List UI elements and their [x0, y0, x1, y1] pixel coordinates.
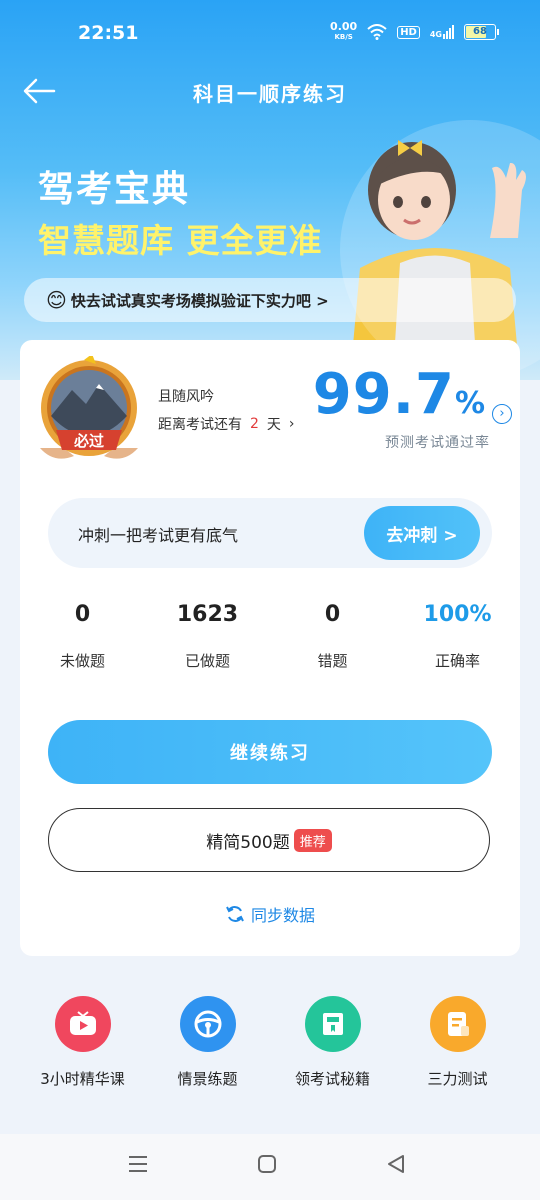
tv-icon — [54, 996, 111, 1052]
network-speed: 0.00 KB/S — [330, 20, 358, 41]
days-remaining: 2 — [250, 416, 259, 432]
practice-card: 必过 且随风吟 距离考试还有 2 天 › 99.7% › 预测考试通过率 冲刺一… — [20, 340, 520, 956]
tool-three-ability-test[interactable]: 三力测试 — [395, 996, 520, 1089]
status-bar: 22:51 0.00 KB/S HD 4G 68 — [0, 0, 540, 64]
hd-badge: HD — [397, 25, 420, 39]
pass-rate-label: 预测考试通过率 — [385, 435, 490, 451]
sprint-button[interactable]: 去冲刺 > — [364, 506, 480, 560]
banner-slogan-primary: 驾考宝典 — [38, 169, 191, 210]
sprint-panel: 冲刺一把考试更有底气 去冲刺 > — [48, 498, 492, 568]
sprint-text: 冲刺一把考试更有底气 — [78, 526, 239, 545]
promo-text: 快去试试真实考场模拟验证下实力吧 > — [70, 291, 329, 310]
page-title: 科目一顺序练习 — [193, 82, 347, 106]
stat-unanswered[interactable]: 0 未做题 — [20, 602, 145, 671]
chevron-right-icon: › — [288, 416, 295, 432]
home-icon[interactable] — [257, 1154, 277, 1174]
steering-wheel-icon — [179, 996, 236, 1052]
banner-slogan-secondary: 智慧题库 更全更准 — [38, 221, 323, 260]
promo-banner[interactable]: 😊 快去试试真实考场模拟验证下实力吧 > — [24, 278, 516, 322]
continue-practice-button[interactable]: 继续练习 — [48, 720, 492, 784]
status-time: 22:51 — [78, 22, 139, 44]
medal-label: 必过 — [73, 432, 104, 450]
pass-medal-icon: 必过 — [40, 356, 138, 459]
top-navbar: 科目一顺序练习 — [0, 66, 540, 116]
lite-500-button[interactable]: 精简500题 推荐 — [48, 808, 490, 872]
tools-row: 3小时精华课 情景练题 领考试秘籍 三力测试 — [20, 996, 520, 1089]
recommended-tag: 推荐 — [293, 828, 332, 852]
rate-details-icon[interactable]: › — [492, 404, 512, 424]
sync-data-link[interactable]: 同步数据 — [20, 902, 520, 926]
back-triangle-icon[interactable] — [386, 1154, 406, 1174]
document-icon — [429, 996, 486, 1052]
menu-icon[interactable] — [128, 1154, 148, 1174]
signal-icon: 4G — [430, 25, 454, 39]
system-nav-bar — [0, 1134, 540, 1200]
stat-accuracy[interactable]: 100% 正确率 — [395, 602, 520, 671]
exam-countdown[interactable]: 距离考试还有 2 天 › — [158, 414, 295, 434]
stats-row: 0 未做题 1623 已做题 0 错题 100% 正确率 — [20, 602, 520, 671]
smile-emoji-icon: 😊 — [46, 288, 67, 312]
tool-scenario-practice[interactable]: 情景练题 — [145, 996, 270, 1089]
wifi-icon — [367, 24, 387, 40]
tool-video-course[interactable]: 3小时精华课 — [20, 996, 145, 1089]
hero-banner: 22:51 0.00 KB/S HD 4G 68 科目一顺序练习 驾考宝典 智慧… — [0, 0, 540, 380]
battery-icon: 68 — [464, 24, 499, 40]
stat-answered[interactable]: 1623 已做题 — [145, 602, 270, 671]
book-icon — [304, 996, 361, 1052]
user-name: 且随风吟 — [158, 389, 214, 405]
sync-icon — [226, 906, 244, 922]
pass-rate: 99.7% — [312, 362, 486, 427]
tool-exam-guide[interactable]: 领考试秘籍 — [270, 996, 395, 1089]
stat-wrong[interactable]: 0 错题 — [270, 602, 395, 671]
